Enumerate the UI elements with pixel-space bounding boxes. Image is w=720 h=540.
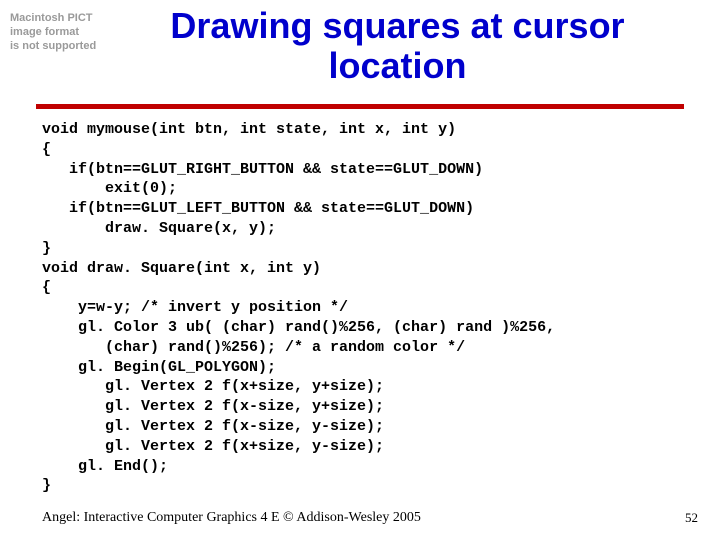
- missing-image-placeholder: Macintosh PICT image format is not suppo…: [10, 12, 105, 53]
- footer-citation: Angel: Interactive Computer Graphics 4 E…: [42, 510, 421, 526]
- placeholder-line: image format: [10, 26, 105, 40]
- code-block: void mymouse(int btn, int state, int x, …: [42, 120, 684, 496]
- slide: Macintosh PICT image format is not suppo…: [0, 0, 720, 540]
- page-number: 52: [685, 510, 698, 526]
- slide-title: Drawing squares at cursor location: [115, 6, 680, 85]
- placeholder-line: is not supported: [10, 40, 105, 54]
- placeholder-line: Macintosh PICT: [10, 12, 105, 26]
- title-divider: [36, 104, 684, 109]
